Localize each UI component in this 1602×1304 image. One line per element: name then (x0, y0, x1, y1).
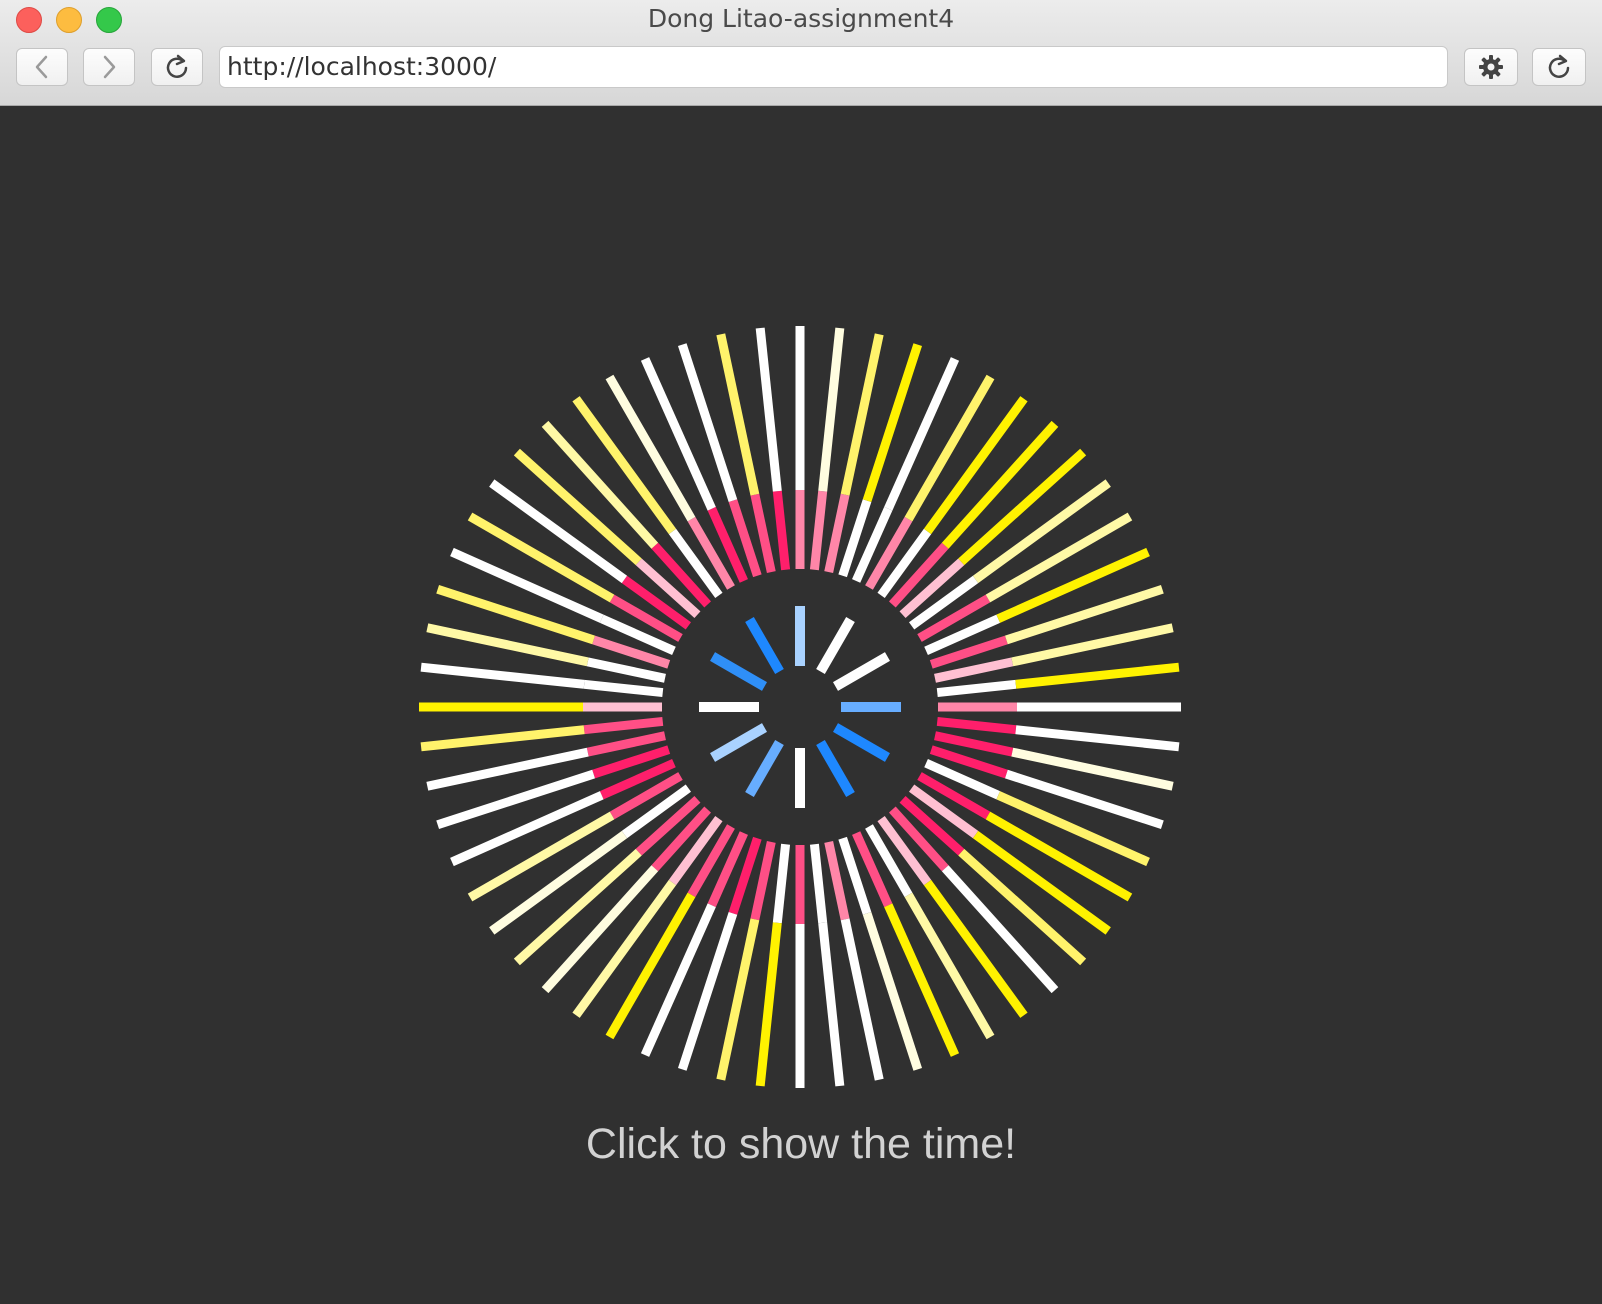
outer-spoke (450, 547, 604, 623)
outer-spoke (450, 791, 604, 867)
middle-spoke (934, 657, 1014, 683)
reload-button[interactable] (151, 48, 203, 86)
outer-spoke (996, 547, 1150, 623)
middle-spoke (934, 731, 1014, 757)
outer-spoke (818, 327, 845, 492)
page-content: Click to show the time! (0, 106, 1602, 1304)
refresh-icon (1545, 53, 1573, 81)
outer-spoke (755, 922, 782, 1087)
middle-spoke (583, 679, 664, 698)
middle-spoke (583, 716, 664, 735)
settings-button[interactable] (1464, 48, 1518, 86)
title-bar: Dong Litao-assignment4 http://localhost:… (0, 0, 1602, 106)
outer-spoke (884, 903, 960, 1057)
address-bar[interactable]: http://localhost:3000/ (219, 46, 1448, 88)
middle-spoke (936, 716, 1017, 735)
inner-spoke (816, 617, 855, 674)
middle-spoke (809, 490, 828, 571)
inner-spoke (710, 652, 767, 691)
refresh-button[interactable] (1532, 48, 1586, 86)
middle-spoke (586, 657, 666, 683)
middle-spoke (772, 843, 791, 924)
middle-spoke (750, 841, 776, 921)
back-button[interactable] (16, 48, 68, 86)
browser-window: Dong Litao-assignment4 http://localhost:… (0, 0, 1602, 1304)
outer-spoke (640, 903, 716, 1057)
outer-spoke (1015, 725, 1180, 752)
inner-spoke (833, 723, 890, 762)
outer-spoke (884, 357, 960, 511)
inner-spoke (816, 740, 855, 797)
outer-spoke (420, 662, 585, 689)
outer-spoke (640, 357, 716, 511)
middle-spoke (750, 493, 776, 573)
outer-spoke (755, 327, 782, 492)
forward-button[interactable] (83, 48, 135, 86)
middle-spoke (772, 490, 791, 571)
outer-spoke (818, 922, 845, 1087)
reload-icon (163, 53, 191, 81)
chevron-right-icon (99, 53, 119, 81)
window-title: Dong Litao-assignment4 (647, 4, 955, 33)
middle-spoke (824, 493, 850, 573)
middle-spoke (586, 731, 666, 757)
middle-spoke (824, 841, 850, 921)
chevron-left-icon (32, 53, 52, 81)
inner-spoke (745, 740, 784, 797)
inner-spoke (833, 652, 890, 691)
middle-spoke (809, 843, 828, 924)
middle-spoke (936, 679, 1017, 698)
inner-spoke (710, 723, 767, 762)
outer-spoke (996, 791, 1150, 867)
outer-spoke (1015, 662, 1180, 689)
inner-spoke (745, 617, 784, 674)
outer-spoke (420, 725, 585, 752)
show-time-caption[interactable]: Click to show the time! (0, 1120, 1602, 1169)
gear-icon (1477, 53, 1505, 81)
